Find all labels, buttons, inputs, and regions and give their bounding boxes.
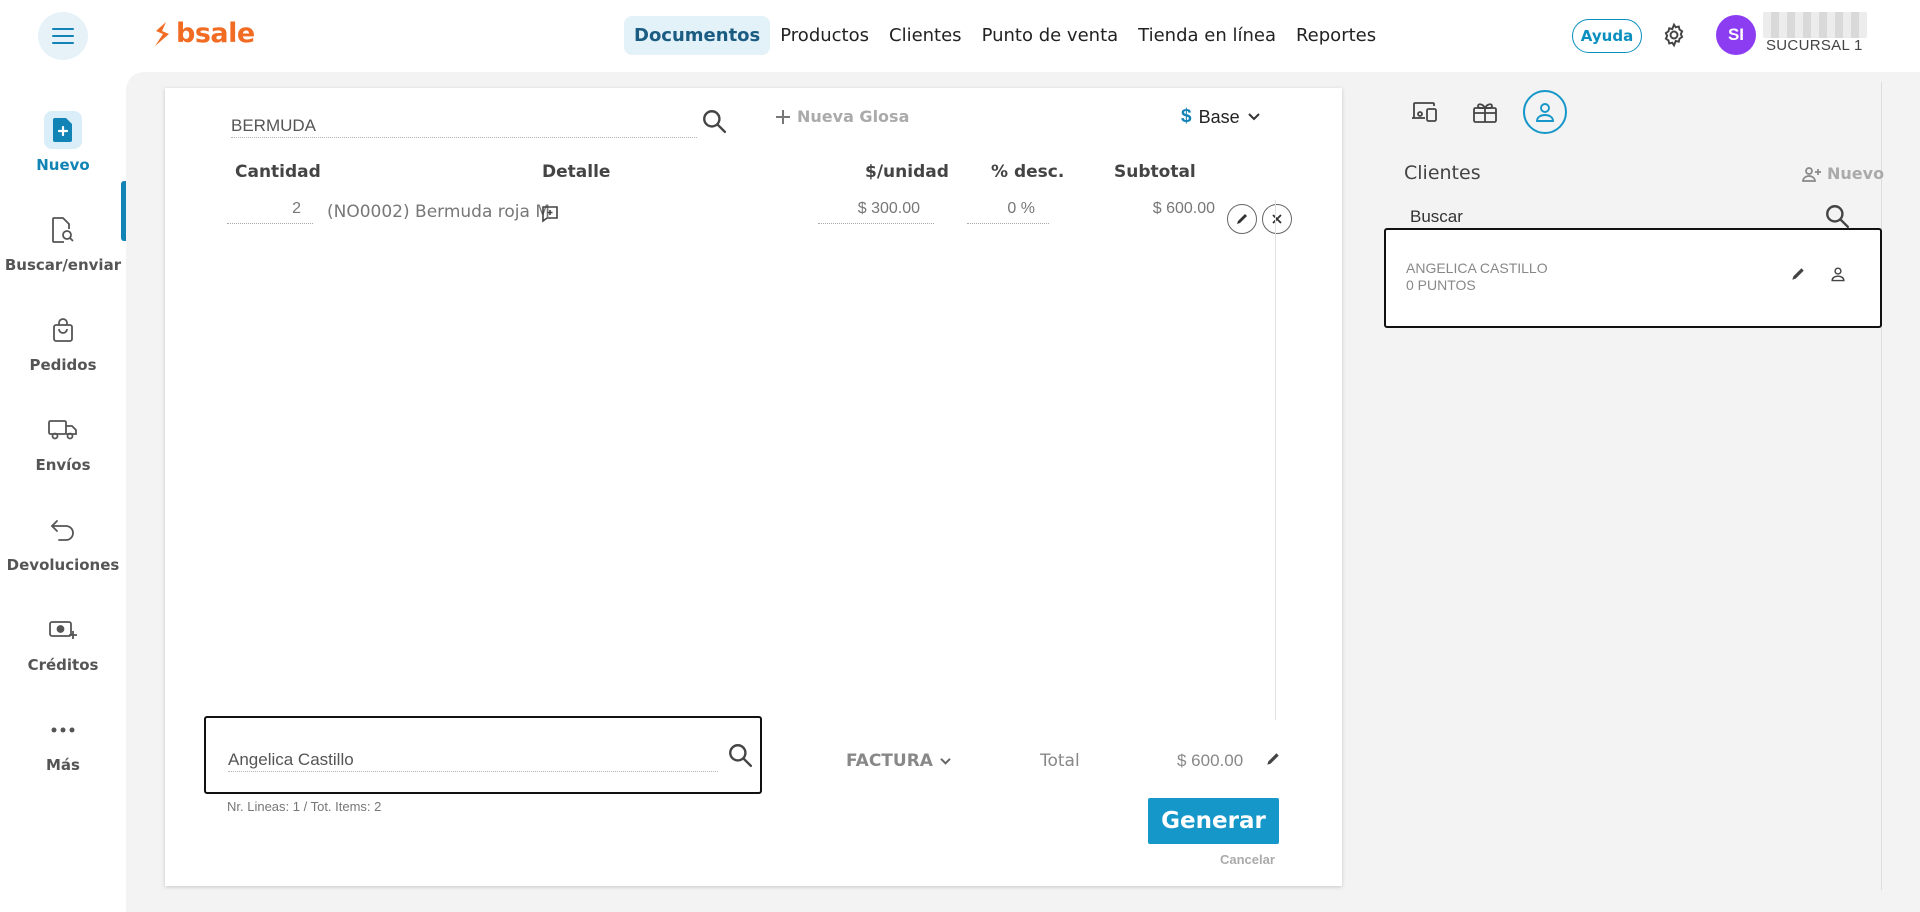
price-list-label: Base bbox=[1198, 106, 1240, 127]
client-result-card[interactable]: ANGELICA CASTILLO 0 PUNTOS bbox=[1384, 228, 1882, 328]
user-icon bbox=[1536, 103, 1554, 122]
client-search-input[interactable]: Angelica Castillo bbox=[228, 746, 718, 772]
bsale-logo-icon bbox=[155, 21, 169, 46]
remove-line-button[interactable] bbox=[1262, 204, 1292, 234]
line-subtotal: $ 600.00 bbox=[1152, 200, 1215, 217]
total-label: Total bbox=[1040, 751, 1080, 771]
client-search-icon[interactable] bbox=[727, 742, 753, 773]
document-type-label: FACTURA bbox=[846, 751, 933, 771]
column-header-detail: Detalle bbox=[542, 162, 611, 182]
product-search-input[interactable]: BERMUDA bbox=[231, 110, 697, 138]
brand-logo-text: bsale bbox=[176, 18, 255, 49]
product-search-icon[interactable] bbox=[701, 108, 727, 139]
lines-scrollbar[interactable] bbox=[1275, 200, 1276, 720]
left-sidebar: Nuevo Buscar/enviar Pedidos Envíos Devol… bbox=[0, 70, 126, 912]
total-value: $ 600.00 bbox=[1177, 751, 1244, 770]
nav-documentos[interactable]: Documentos bbox=[624, 16, 771, 55]
line-unit-price-input[interactable]: $ 300.00 bbox=[818, 200, 934, 224]
brand-logo[interactable]: bsale bbox=[152, 18, 255, 49]
main-nav: Documentos Productos Clientes Punto de v… bbox=[624, 16, 1386, 55]
sidebar-item-label: Más bbox=[46, 756, 80, 774]
search-document-icon bbox=[52, 217, 74, 243]
document-line-row: 2 (NO0002) Bermuda roja M $ 300.00 0 % $… bbox=[165, 196, 1342, 236]
document-type-selector[interactable]: FACTURA bbox=[846, 751, 952, 771]
nav-clientes[interactable]: Clientes bbox=[879, 16, 972, 55]
nav-punto-de-venta[interactable]: Punto de venta bbox=[972, 16, 1129, 55]
help-button[interactable]: Ayuda bbox=[1572, 19, 1642, 53]
edit-client-pencil-icon[interactable] bbox=[1790, 266, 1806, 287]
add-user-icon bbox=[1802, 166, 1821, 182]
generate-button[interactable]: Generar bbox=[1148, 798, 1279, 844]
plus-icon bbox=[776, 109, 790, 124]
branch-label: SUCURSAL 1 bbox=[1766, 37, 1863, 54]
sidebar-item-envios[interactable]: Envíos bbox=[0, 411, 126, 474]
sidebar-item-label: Buscar/enviar bbox=[4, 256, 122, 274]
close-icon bbox=[1272, 214, 1282, 224]
line-discount-input[interactable]: 0 % bbox=[967, 200, 1049, 224]
client-result-points: 0 PUNTOS bbox=[1406, 277, 1476, 293]
sidebar-item-label: Créditos bbox=[27, 656, 99, 674]
right-panel: Clientes Nuevo Buscar ANGELICA CASTILLO … bbox=[1384, 82, 1884, 890]
sidebar-item-label: Devoluciones bbox=[6, 556, 120, 574]
menu-toggle-button[interactable] bbox=[38, 12, 88, 60]
sidebar-item-devoluciones[interactable]: Devoluciones bbox=[0, 511, 126, 574]
credit-icon bbox=[49, 621, 77, 639]
devices-icon bbox=[1412, 102, 1437, 122]
new-client-label: Nuevo bbox=[1827, 164, 1885, 183]
column-header-unit-price: $/unidad bbox=[865, 162, 949, 182]
sidebar-item-mas[interactable]: Más bbox=[0, 711, 126, 774]
sidebar-item-pedidos[interactable]: Pedidos bbox=[0, 311, 126, 374]
chevron-down-icon bbox=[940, 757, 951, 765]
line-qty-input[interactable]: 2 bbox=[227, 200, 313, 224]
edit-total-pencil-icon[interactable] bbox=[1265, 751, 1281, 772]
new-client-button[interactable]: Nuevo bbox=[1802, 164, 1884, 183]
cancel-link[interactable]: Cancelar bbox=[1220, 852, 1275, 867]
add-note-icon[interactable] bbox=[541, 205, 559, 228]
top-bar: bsale Documentos Productos Clientes Punt… bbox=[0, 0, 1920, 70]
return-arrow-icon bbox=[50, 520, 74, 541]
sidebar-item-creditos[interactable]: Créditos bbox=[0, 611, 126, 674]
product-search-value: BERMUDA bbox=[231, 116, 317, 135]
lines-summary: Nr. Lineas: 1 / Tot. Items: 2 bbox=[227, 799, 382, 814]
tab-gift[interactable] bbox=[1463, 90, 1507, 134]
clients-search-input[interactable]: Buscar bbox=[1410, 207, 1830, 227]
sidebar-item-label: Envíos bbox=[35, 456, 91, 474]
gift-icon bbox=[1473, 103, 1497, 123]
column-header-qty: Cantidad bbox=[235, 162, 321, 182]
more-dots-icon bbox=[51, 727, 75, 733]
settings-gear-icon[interactable] bbox=[1661, 22, 1687, 53]
sidebar-item-label: Nuevo bbox=[36, 156, 90, 174]
dollar-icon: $ bbox=[1181, 106, 1192, 127]
price-list-selector[interactable]: $ Base bbox=[1181, 106, 1261, 128]
column-header-subtotal: Subtotal bbox=[1114, 162, 1196, 182]
tab-clients[interactable] bbox=[1523, 90, 1567, 134]
select-client-user-icon[interactable] bbox=[1830, 266, 1846, 287]
sidebar-item-nuevo[interactable]: Nuevo bbox=[0, 111, 126, 174]
new-gloss-button[interactable]: Nueva Glosa bbox=[775, 107, 909, 126]
new-document-icon bbox=[53, 118, 72, 142]
clients-panel-title: Clientes bbox=[1404, 162, 1481, 184]
user-avatar[interactable]: SI bbox=[1716, 15, 1756, 55]
truck-icon bbox=[48, 420, 77, 440]
new-gloss-label: Nueva Glosa bbox=[797, 107, 910, 126]
client-result-name: ANGELICA CASTILLO bbox=[1406, 260, 1548, 276]
nav-tienda-en-linea[interactable]: Tienda en línea bbox=[1128, 16, 1286, 55]
tab-devices[interactable] bbox=[1403, 90, 1447, 134]
nav-reportes[interactable]: Reportes bbox=[1286, 16, 1386, 55]
sidebar-item-label: Pedidos bbox=[29, 356, 97, 374]
nav-productos[interactable]: Productos bbox=[770, 16, 879, 55]
chevron-down-icon bbox=[1247, 113, 1260, 121]
client-search-box: Angelica Castillo bbox=[204, 716, 762, 794]
sidebar-item-buscar-enviar[interactable]: Buscar/enviar bbox=[0, 211, 126, 274]
hamburger-icon bbox=[52, 28, 74, 44]
pencil-icon bbox=[1237, 214, 1247, 224]
column-header-discount: % desc. bbox=[991, 162, 1065, 182]
user-name-redacted bbox=[1763, 12, 1867, 38]
document-panel: BERMUDA Nueva Glosa $ Base Cantidad Deta… bbox=[165, 88, 1342, 886]
shopping-bag-icon bbox=[53, 318, 73, 342]
edit-line-button[interactable] bbox=[1227, 204, 1257, 234]
line-detail: (NO0002) Bermuda roja M bbox=[327, 202, 551, 222]
